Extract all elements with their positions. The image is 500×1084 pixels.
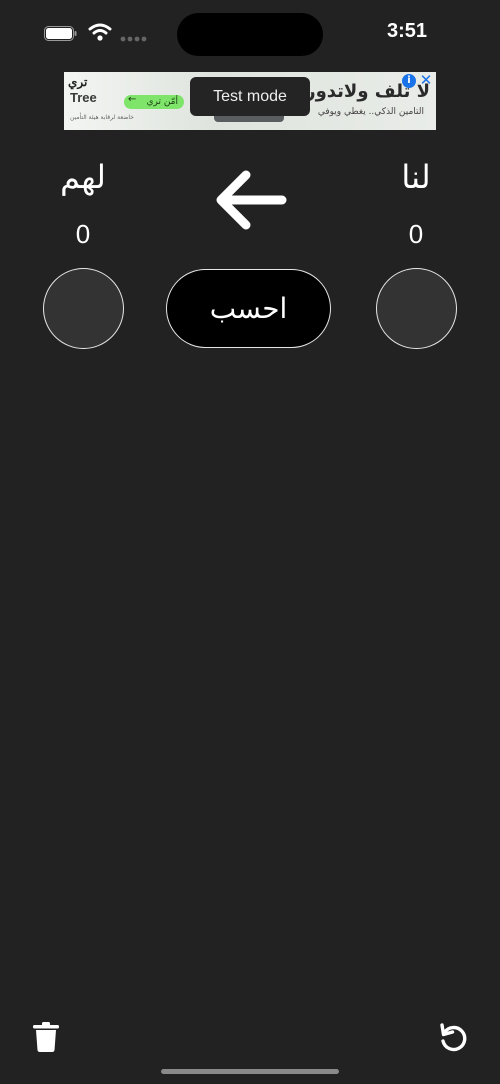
calculate-button[interactable]: احسب <box>166 269 331 348</box>
them-score: 0 <box>75 219 91 249</box>
ad-cta-arrow-icon: ← <box>128 94 137 105</box>
battery-icon <box>44 26 77 41</box>
ad-close-icon[interactable]: ✕ <box>419 72 433 89</box>
trash-icon[interactable] <box>33 1022 59 1052</box>
undo-icon[interactable] <box>438 1022 468 1052</box>
team-us-label: لنا <box>401 158 431 196</box>
dynamic-island <box>177 13 323 56</box>
status-time: 3:51 <box>386 20 428 42</box>
ad-info-icon[interactable]: i <box>402 74 416 88</box>
ad-logo-arabic: تري <box>68 75 88 89</box>
ad-logo-latin: Tree <box>70 90 97 105</box>
arrow-left-icon <box>216 170 287 230</box>
test-mode-label: Test mode <box>190 77 310 116</box>
team-them-label: لهم <box>60 158 106 196</box>
home-indicator[interactable] <box>161 1069 339 1074</box>
ad-small-print: خاضعة لرقابة هيئة التأمين <box>70 114 134 121</box>
us-score: 0 <box>408 219 424 249</box>
them-score-input[interactable] <box>43 268 124 349</box>
wifi-icon <box>88 23 112 41</box>
cellular-signal-icon <box>120 36 147 42</box>
us-score-input[interactable] <box>376 268 457 349</box>
